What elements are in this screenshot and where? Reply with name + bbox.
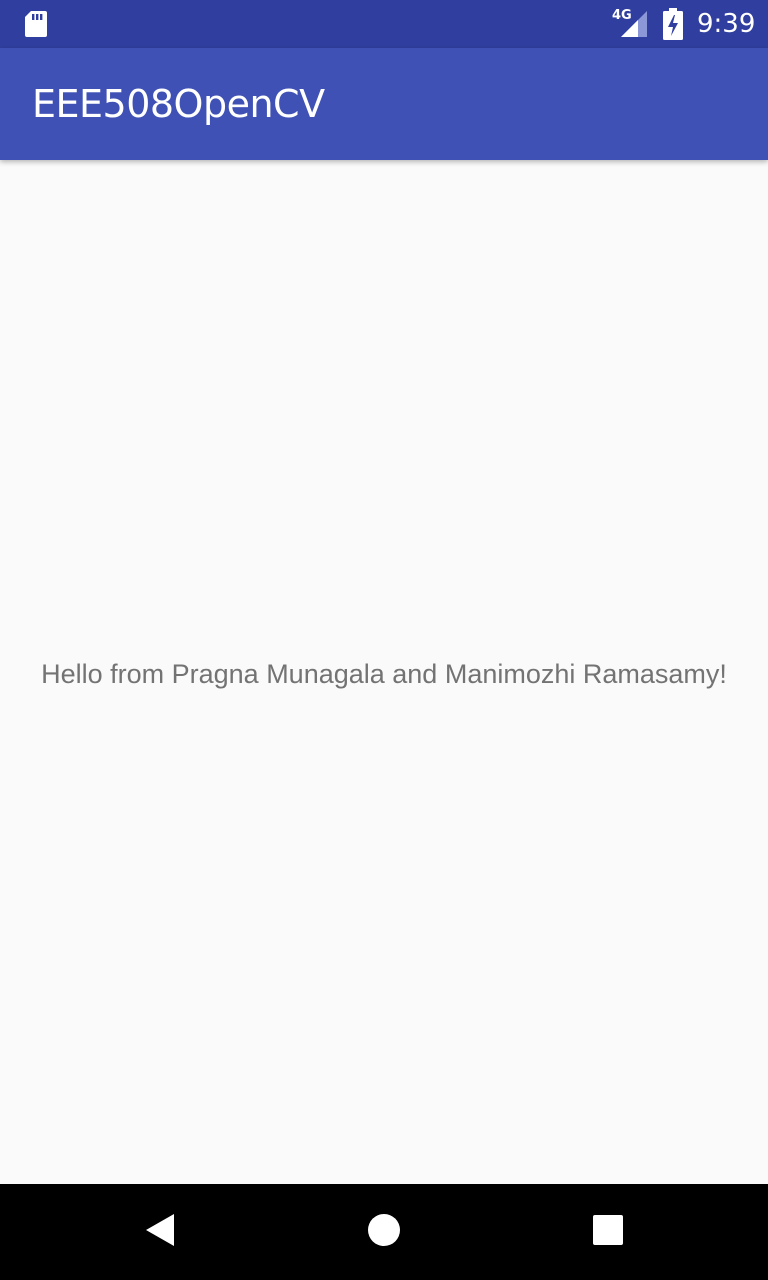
- sd-card-icon: [24, 10, 48, 38]
- status-bar: 4G 9:39: [0, 0, 768, 48]
- screen: 4G 9:39 EEE508OpenCV Hello from Pragna M…: [0, 0, 768, 1280]
- battery-charging-icon: [662, 8, 684, 40]
- app-bar: EEE508OpenCV: [0, 48, 768, 160]
- back-button[interactable]: [136, 1208, 184, 1256]
- recents-icon: [593, 1215, 623, 1249]
- back-icon: [144, 1212, 176, 1252]
- app-title: EEE508OpenCV: [32, 82, 325, 126]
- status-time: 9:39: [697, 9, 756, 39]
- hello-message: Hello from Pragna Munagala and Manimozhi…: [41, 659, 727, 689]
- home-button[interactable]: [360, 1208, 408, 1256]
- navigation-bar: [0, 1184, 768, 1280]
- recents-button[interactable]: [584, 1208, 632, 1256]
- signal-icon: [616, 10, 648, 38]
- main-content: Hello from Pragna Munagala and Manimozhi…: [0, 160, 768, 1184]
- home-icon: [367, 1213, 401, 1251]
